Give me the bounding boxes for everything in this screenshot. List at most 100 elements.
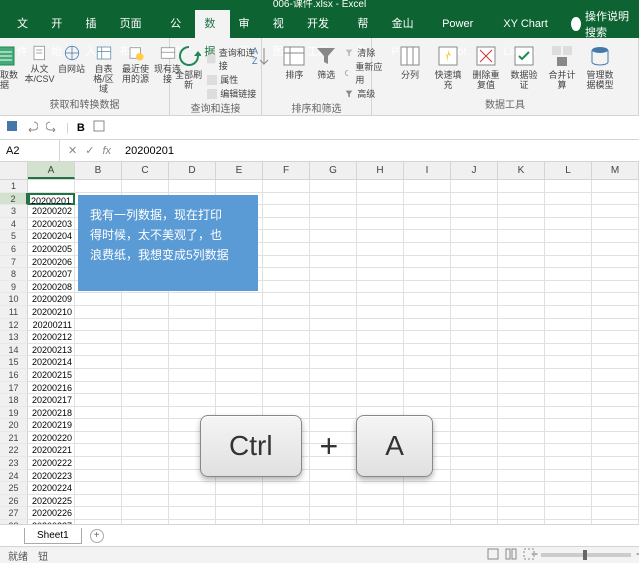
cell[interactable]	[263, 293, 310, 306]
page-layout-icon[interactable]	[505, 548, 517, 563]
cell[interactable]: 20200226	[28, 507, 75, 520]
col-header-A[interactable]: A	[28, 162, 75, 179]
cell[interactable]	[310, 394, 357, 407]
cell[interactable]: 20200225	[28, 495, 75, 508]
cell[interactable]	[592, 268, 639, 281]
cell[interactable]	[122, 444, 169, 457]
cell[interactable]: 20200204	[28, 230, 75, 243]
col-header-K[interactable]: K	[498, 162, 545, 179]
cell[interactable]	[545, 457, 592, 470]
recent-sources-button[interactable]: 最近使用的源	[122, 44, 150, 94]
cell[interactable]	[122, 331, 169, 344]
cell[interactable]	[169, 482, 216, 495]
cell[interactable]	[310, 369, 357, 382]
cell[interactable]	[216, 394, 263, 407]
cell[interactable]	[498, 344, 545, 357]
col-header-M[interactable]: M	[592, 162, 639, 179]
cell[interactable]	[357, 331, 404, 344]
cell[interactable]	[545, 256, 592, 269]
cell[interactable]	[310, 180, 357, 193]
cell[interactable]	[216, 306, 263, 319]
cell[interactable]	[592, 356, 639, 369]
tab-file[interactable]: 文件	[8, 10, 42, 38]
cell[interactable]: 20200218	[28, 407, 75, 420]
sort-button[interactable]: 排序	[280, 44, 308, 100]
cell[interactable]	[545, 243, 592, 256]
cell[interactable]	[75, 331, 122, 344]
cell[interactable]	[592, 507, 639, 520]
data-model-button[interactable]: 管理数据模型	[583, 44, 617, 90]
cell[interactable]	[498, 432, 545, 445]
cell[interactable]	[451, 507, 498, 520]
cell[interactable]	[404, 331, 451, 344]
cell[interactable]	[263, 256, 310, 269]
cell[interactable]	[451, 218, 498, 231]
cell[interactable]	[498, 356, 545, 369]
cell[interactable]	[122, 407, 169, 420]
cell[interactable]	[404, 319, 451, 332]
cell[interactable]	[310, 344, 357, 357]
cell[interactable]	[75, 319, 122, 332]
cell[interactable]	[451, 268, 498, 281]
cell[interactable]	[310, 482, 357, 495]
cell[interactable]	[498, 457, 545, 470]
cell[interactable]	[498, 407, 545, 420]
row-header[interactable]: 8	[0, 268, 28, 281]
row-header[interactable]: 9	[0, 281, 28, 294]
cell[interactable]	[310, 218, 357, 231]
cell[interactable]	[310, 331, 357, 344]
cell[interactable]	[592, 319, 639, 332]
cell[interactable]	[545, 293, 592, 306]
cell[interactable]	[263, 507, 310, 520]
cell[interactable]	[451, 180, 498, 193]
cell[interactable]: 20200203	[28, 218, 75, 231]
cell[interactable]	[216, 356, 263, 369]
cell[interactable]: 20200202	[28, 205, 75, 218]
cell[interactable]	[404, 180, 451, 193]
row-header[interactable]: 21	[0, 432, 28, 445]
cell[interactable]	[545, 432, 592, 445]
cell[interactable]	[592, 457, 639, 470]
cell[interactable]	[263, 482, 310, 495]
cell[interactable]	[451, 419, 498, 432]
tab-view[interactable]: 视图	[264, 10, 298, 38]
name-box[interactable]: A2	[0, 140, 60, 161]
cell[interactable]	[498, 507, 545, 520]
tab-formula[interactable]: 公式	[161, 10, 195, 38]
cell[interactable]	[357, 520, 404, 524]
row-header[interactable]: 26	[0, 495, 28, 508]
cell[interactable]	[592, 193, 639, 206]
cell[interactable]	[310, 356, 357, 369]
cell[interactable]	[169, 319, 216, 332]
cell[interactable]	[122, 507, 169, 520]
cell[interactable]	[592, 470, 639, 483]
cell[interactable]: 20200212	[28, 331, 75, 344]
tab-xychart[interactable]: XY Chart Labels	[494, 10, 571, 38]
cell[interactable]	[545, 356, 592, 369]
row-header[interactable]: 16	[0, 369, 28, 382]
cell[interactable]	[545, 268, 592, 281]
cell[interactable]	[592, 293, 639, 306]
cell[interactable]	[357, 256, 404, 269]
cell[interactable]: 20200221	[28, 444, 75, 457]
cell[interactable]	[451, 495, 498, 508]
cell[interactable]	[357, 482, 404, 495]
row-header[interactable]: 19	[0, 407, 28, 420]
cell[interactable]: 20200214	[28, 356, 75, 369]
cell[interactable]	[357, 306, 404, 319]
cell[interactable]	[216, 507, 263, 520]
normal-view-icon[interactable]	[487, 548, 499, 563]
cell[interactable]	[545, 419, 592, 432]
cell[interactable]	[216, 293, 263, 306]
cell[interactable]: 20200207	[28, 268, 75, 281]
formula-input[interactable]: 20200201	[119, 145, 639, 157]
cell[interactable]	[169, 293, 216, 306]
cell[interactable]	[451, 407, 498, 420]
cell[interactable]	[545, 382, 592, 395]
tab-data[interactable]: 数据	[195, 10, 229, 38]
cell[interactable]	[263, 369, 310, 382]
cell[interactable]: 20200224	[28, 482, 75, 495]
cell[interactable]	[592, 344, 639, 357]
cell[interactable]	[404, 306, 451, 319]
select-all-corner[interactable]	[0, 162, 28, 179]
